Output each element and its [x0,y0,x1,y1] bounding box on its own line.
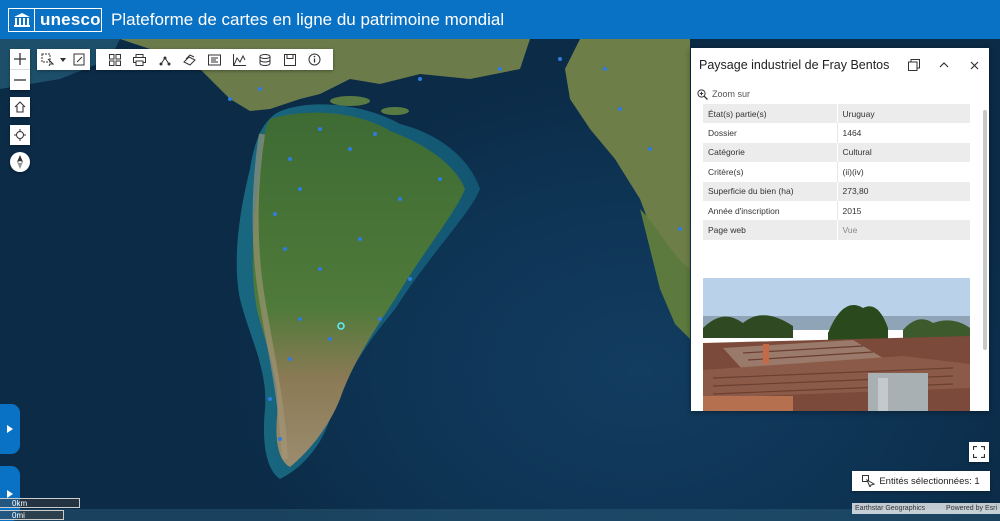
attribute-value: Uruguay [837,104,970,124]
scale-km-label: 0km [12,499,28,508]
selected-features-label: Entités sélectionnées: 1 [879,475,980,487]
fullscreen-icon [973,446,985,458]
zoom-out-button[interactable] [10,69,30,89]
attribute-key: État(s) partie(s) [703,104,838,124]
data-button[interactable] [255,50,275,70]
share-button[interactable] [155,50,175,70]
selected-features-button[interactable]: Entités sélectionnées: 1 [852,471,990,491]
feature-popup: Paysage industriel de Fray Bentos Zoom s… [691,48,989,411]
web-page-link[interactable]: Vue [843,225,858,235]
locate-button[interactable] [10,125,30,145]
info-button[interactable] [305,50,325,70]
scale-mi-label: 0mi [12,511,25,520]
attribute-table: État(s) partie(s) Uruguay Dossier 1464 C… [703,104,970,240]
unesco-logo[interactable]: unesco [8,7,102,32]
zoom-in-button[interactable] [10,49,30,69]
attribute-key: Critère(s) [703,162,838,182]
legend-icon [208,54,221,65]
collapse-button[interactable] [929,50,959,80]
zoom-control [10,49,30,90]
share-icon [159,56,170,65]
print-icon [133,53,146,66]
dropdown-arrow-icon [60,57,67,62]
attribute-key: Superficie du bien (ha) [703,181,838,201]
select-icon [41,53,55,66]
crosshair-icon [14,129,26,141]
attribute-value: 273,80 [837,181,970,201]
chart-button[interactable] [230,50,250,70]
popup-scrollbar[interactable] [983,110,987,350]
attribute-key: Dossier [703,123,838,143]
close-button[interactable] [959,50,989,80]
save-button[interactable] [280,50,300,70]
grid-icon [108,53,121,66]
close-icon [970,61,978,69]
scale-bar-mi: 0mi [0,510,64,520]
temple-icon [9,8,35,31]
logo-text: unesco [40,9,101,29]
select-tool-button[interactable] [38,50,58,70]
fullscreen-button[interactable] [969,442,989,462]
chevron-right-icon [7,489,13,498]
table-row: Superficie du bien (ha) 273,80 [703,181,970,201]
home-icon [14,101,26,113]
attribute-key: Année d'inscription [703,200,838,221]
page-title: Plateforme de cartes en ligne du patrimo… [111,9,505,29]
chevron-up-icon [939,62,949,68]
legend-button[interactable] [205,50,225,70]
attribute-key: Catégorie [703,142,838,163]
chevron-right-icon [7,425,13,433]
draw-tool-button[interactable] [69,50,89,70]
print-button[interactable] [130,50,150,70]
dock-icon [908,59,920,71]
scale-bar-km: 0km [0,498,80,508]
zoom-to-label: Zoom sur [712,89,751,99]
compass-icon [17,155,23,169]
table-row: Catégorie Cultural [703,142,970,163]
side-panel-toggle-1[interactable] [0,404,20,454]
main-toolbar [96,49,333,70]
attribute-value: Cultural [837,142,970,163]
dock-button[interactable] [899,50,929,80]
popup-header: Paysage industriel de Fray Bentos [691,48,989,82]
attribution-source: Earthstar Geographics [855,505,926,512]
attribution-powered[interactable]: Powered by Esri [946,505,997,512]
minus-icon [14,78,26,81]
layers-button[interactable] [180,50,200,70]
home-button[interactable] [10,97,30,117]
draw-icon [73,53,85,66]
popup-title: Paysage industriel de Fray Bentos [699,58,890,72]
table-row: État(s) partie(s) Uruguay [703,104,970,124]
zoom-to-action[interactable]: Zoom sur [691,84,989,104]
save-icon [283,53,296,66]
chart-icon [233,53,246,66]
basemap-gallery-button[interactable] [105,50,125,70]
layers-icon [183,53,196,66]
selection-toolbar [37,49,90,70]
table-row: Page web Vue [703,220,970,240]
app-header: unesco Plateforme de cartes en ligne du … [0,0,1000,39]
attribute-value: 2015 [842,205,862,216]
zoom-in-icon [697,88,708,100]
attribute-value: (ii)(iv) [842,166,864,177]
database-icon [259,53,270,66]
site-photo [703,278,970,411]
attribute-value: 1464 [842,128,862,139]
select-dropdown-button[interactable] [59,50,67,70]
table-row: Dossier 1464 [703,123,970,143]
table-row: Année d'inscription 2015 [703,200,970,221]
compass-button[interactable] [10,152,30,172]
map-attribution: Earthstar Geographics Powered by Esri [852,503,1000,514]
info-icon [308,53,321,66]
table-row: Critère(s) (ii)(iv) [703,162,970,182]
selection-icon [862,475,876,487]
attribute-key: Page web [703,220,838,240]
plus-icon [14,53,26,65]
